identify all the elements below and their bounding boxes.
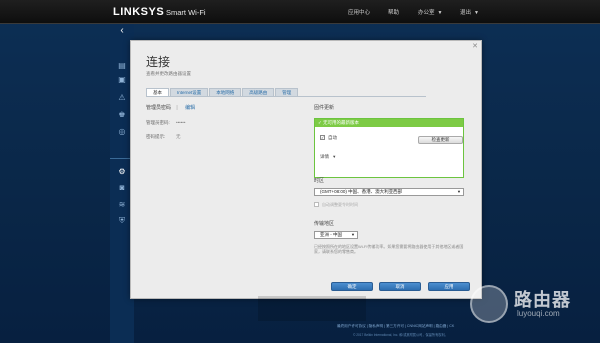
close-icon[interactable]: ✕	[472, 42, 478, 50]
timezone-header: 时区	[314, 178, 325, 184]
tab-bar: 基本 Internet设置 本地网络 高级路由 管理	[146, 88, 299, 96]
chevron-down-icon: ▼	[474, 10, 479, 16]
ok-button[interactable]: 确定	[331, 282, 373, 291]
auto-update-label: 自动	[328, 135, 337, 140]
cancel-button[interactable]: 取消	[379, 282, 421, 291]
connectivity-panel: ✕ 连接 查看并更改路由器设置 基本 Internet设置 本地网络 高级路由 …	[130, 40, 482, 299]
auto-update-checkbox[interactable]: ✓	[320, 135, 325, 141]
page-subtitle: 查看并更改路由器设置	[146, 71, 191, 76]
dst-label: 自动调整夏令时时间	[322, 202, 358, 207]
admin-password-title: 管理员密码	[146, 105, 172, 111]
product-name: Smart Wi-Fi	[166, 8, 206, 17]
chevron-down-icon: ▼	[437, 10, 443, 16]
separator: |	[176, 105, 178, 111]
network-map-icon: ▤	[118, 61, 126, 70]
tab-local-network[interactable]: 本地网络	[209, 88, 242, 96]
nav-logout-label: 退出	[460, 10, 472, 16]
nav-office-label: 办公室	[418, 10, 435, 16]
dst-checkbox[interactable]	[314, 202, 319, 208]
auto-update-row: ✓ 自动	[320, 135, 337, 141]
brand-logo: LINKSYS	[113, 6, 165, 18]
firmware-update-box: ✓ 无可用的最新版本 ✓ 自动 检查更新 详情 ▼	[314, 118, 464, 178]
nav-help[interactable]: 帮助	[388, 8, 399, 16]
admin-password-value: ••••••	[176, 120, 186, 125]
details-label: 详情	[320, 154, 329, 159]
device-list-icon: ▣	[118, 75, 126, 84]
speed-test-icon: ◎	[118, 127, 126, 136]
admin-password-row: 管理员密码: ••••••	[146, 120, 185, 126]
tab-divider	[146, 96, 426, 97]
footer-shadow	[258, 296, 366, 321]
edit-link[interactable]: 编辑	[185, 105, 195, 111]
password-hint-row: 密码提示: 无	[146, 134, 181, 140]
router-logo-icon	[470, 285, 508, 323]
tab-basic[interactable]: 基本	[146, 88, 169, 96]
password-hint-label: 密码提示:	[146, 134, 166, 139]
top-bar: LINKSYS Smart Wi-Fi 应用中心 帮助 办公室 ▼ 退出 ▼	[0, 0, 600, 24]
wireless-icon: ≋	[118, 200, 126, 209]
chevron-down-icon: ▼	[351, 232, 355, 237]
page-title: 连接	[146, 55, 171, 69]
tab-administration[interactable]: 管理	[275, 88, 299, 96]
troubleshooting-icon: ◙	[119, 183, 125, 192]
nav-office-menu[interactable]: 办公室 ▼	[418, 8, 442, 16]
region-select[interactable]: 亚洲 - 中国 ▼	[314, 231, 358, 239]
admin-password-label: 管理员密码:	[146, 120, 170, 125]
firmware-status-banner: ✓ 无可用的最新版本	[315, 119, 463, 127]
tab-advanced-routing[interactable]: 高级路由	[242, 88, 275, 96]
region-header: 传输地区	[314, 221, 335, 227]
timezone-value: (GMT+08:00) 中国、香港、澳大利亚西部	[320, 189, 403, 194]
chevron-down-icon: ▼	[332, 154, 337, 159]
chevron-left-icon[interactable]: ‹	[110, 25, 134, 37]
footer-links[interactable]: 最终用户许可协议 | 隐私声明 | 第三方许可 | CNNIC网站声明 | 路由…	[337, 324, 454, 329]
region-note: 已经按照所在的地区设置Wi-Fi传输功率。如果您需要将路由器使用于其他地区或者国…	[314, 244, 464, 254]
details-toggle[interactable]: 详情 ▼	[320, 154, 336, 160]
footer-copyright: © 2017 Belkin International, Inc. 和/或其附属…	[353, 333, 448, 337]
check-update-button[interactable]: 检查更新	[418, 136, 463, 144]
tab-internet-settings[interactable]: Internet设置	[170, 88, 209, 96]
watermark-url: luyouqi.com	[517, 309, 560, 318]
chevron-down-icon: ▼	[457, 189, 461, 194]
admin-password-header: 管理员密码 | 编辑	[146, 104, 195, 111]
watermark: 路由器 luyouqi.com	[464, 279, 600, 343]
alert-icon: ⚠	[118, 93, 126, 102]
region-value: 亚洲 - 中国	[320, 232, 342, 237]
parental-controls-icon: ♚	[118, 110, 126, 119]
password-hint-value: 无	[176, 134, 181, 139]
nav-logout-menu[interactable]: 退出 ▼	[460, 8, 479, 16]
security-shield-icon: ⛨	[119, 216, 125, 225]
nav-app-center[interactable]: 应用中心	[348, 8, 370, 16]
timezone-select[interactable]: (GMT+08:00) 中国、香港、澳大利亚西部 ▼	[314, 188, 464, 196]
firmware-header: 固件更新	[314, 105, 335, 111]
connectivity-gear-icon: ⚙	[118, 167, 126, 176]
dst-row: 自动调整夏令时时间	[314, 202, 466, 208]
